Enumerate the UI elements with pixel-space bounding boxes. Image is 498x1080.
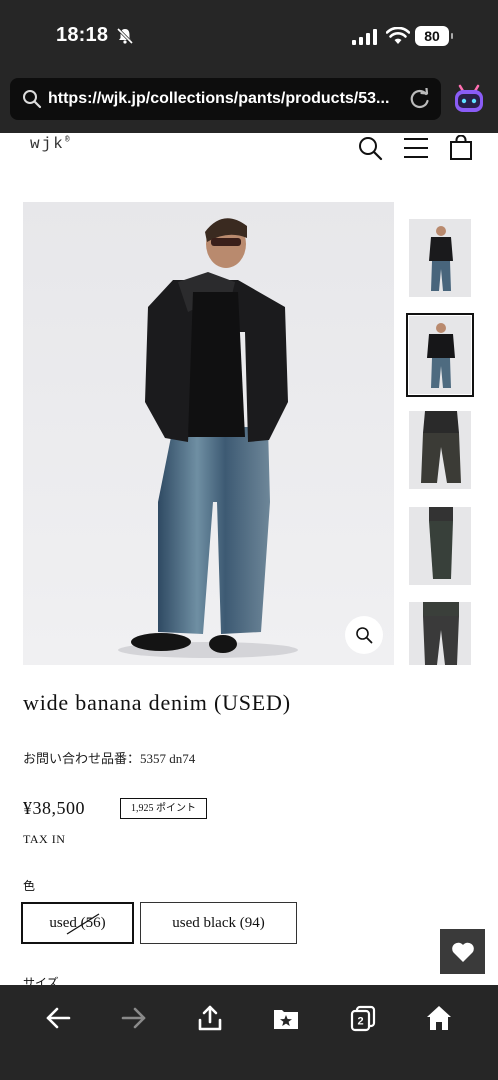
- tab-count: 2: [357, 1016, 363, 1028]
- wishlist-button[interactable]: [440, 929, 485, 974]
- forward-arrow-icon[interactable]: [120, 1004, 148, 1032]
- heart-icon: [451, 942, 474, 962]
- variant-used-black-button[interactable]: used black (94): [140, 902, 297, 944]
- color-label: 色: [23, 879, 36, 893]
- product-main-image[interactable]: [23, 202, 394, 665]
- model-photo: [23, 202, 394, 665]
- site-header: wjk®: [0, 133, 498, 173]
- url-text[interactable]: https://wjk.jp/collections/pants/product…: [48, 90, 408, 108]
- thumbnail-image: [409, 602, 471, 665]
- url-field[interactable]: https://wjk.jp/collections/pants/product…: [10, 78, 441, 120]
- thumbnail-5[interactable]: [409, 602, 471, 665]
- cellular-signal-icon: [352, 29, 377, 45]
- browser-bar: https://wjk.jp/collections/pants/product…: [0, 75, 498, 133]
- zoom-button[interactable]: [345, 616, 383, 654]
- points-badge: 1,925 ポイント: [120, 798, 207, 819]
- search-icon[interactable]: [357, 135, 383, 161]
- logo-mark: ®: [64, 135, 70, 145]
- variant-label: used black (94): [172, 915, 265, 931]
- thumbnail-image: [409, 316, 471, 394]
- product-title: wide banana denim (USED): [23, 690, 291, 715]
- variant-used-button[interactable]: used (56): [21, 902, 134, 944]
- battery-indicator: 80: [415, 26, 453, 46]
- search-icon: [23, 90, 42, 109]
- back-arrow-icon[interactable]: [44, 1004, 72, 1032]
- product-price: ¥38,500: [23, 798, 85, 818]
- wifi-icon: [386, 27, 410, 44]
- browser-toolbar: 2: [0, 985, 498, 1080]
- menu-icon[interactable]: [403, 135, 429, 161]
- cart-icon[interactable]: [448, 135, 474, 161]
- thumbnail-1[interactable]: [409, 219, 471, 297]
- sold-out-slash: [66, 913, 100, 935]
- thumbnail-4[interactable]: [409, 507, 471, 585]
- thumbnail-image: [409, 507, 471, 585]
- logo-text: wjk: [30, 135, 65, 153]
- product-inquiry-number: お問い合わせ品番：5357 dn74: [23, 751, 196, 766]
- thumbnail-image: [409, 219, 471, 297]
- thumbnail-3[interactable]: [409, 411, 471, 489]
- bookmarks-icon[interactable]: [272, 1004, 300, 1032]
- bell-slash-icon: [116, 27, 134, 45]
- thumbnail-2[interactable]: [406, 313, 474, 397]
- zoom-icon: [356, 627, 373, 644]
- thumbnail-image: [409, 411, 471, 489]
- status-bar: 18:18 80: [0, 0, 498, 75]
- status-time: 18:18: [56, 24, 109, 46]
- tax-note: TAX IN: [23, 832, 66, 846]
- home-icon[interactable]: [425, 1004, 453, 1032]
- share-icon[interactable]: [196, 1004, 224, 1032]
- reload-icon[interactable]: [409, 88, 431, 110]
- ai-assistant-icon[interactable]: [452, 82, 486, 114]
- site-logo[interactable]: wjk®: [30, 135, 70, 153]
- tabs-icon[interactable]: 2: [349, 1004, 377, 1032]
